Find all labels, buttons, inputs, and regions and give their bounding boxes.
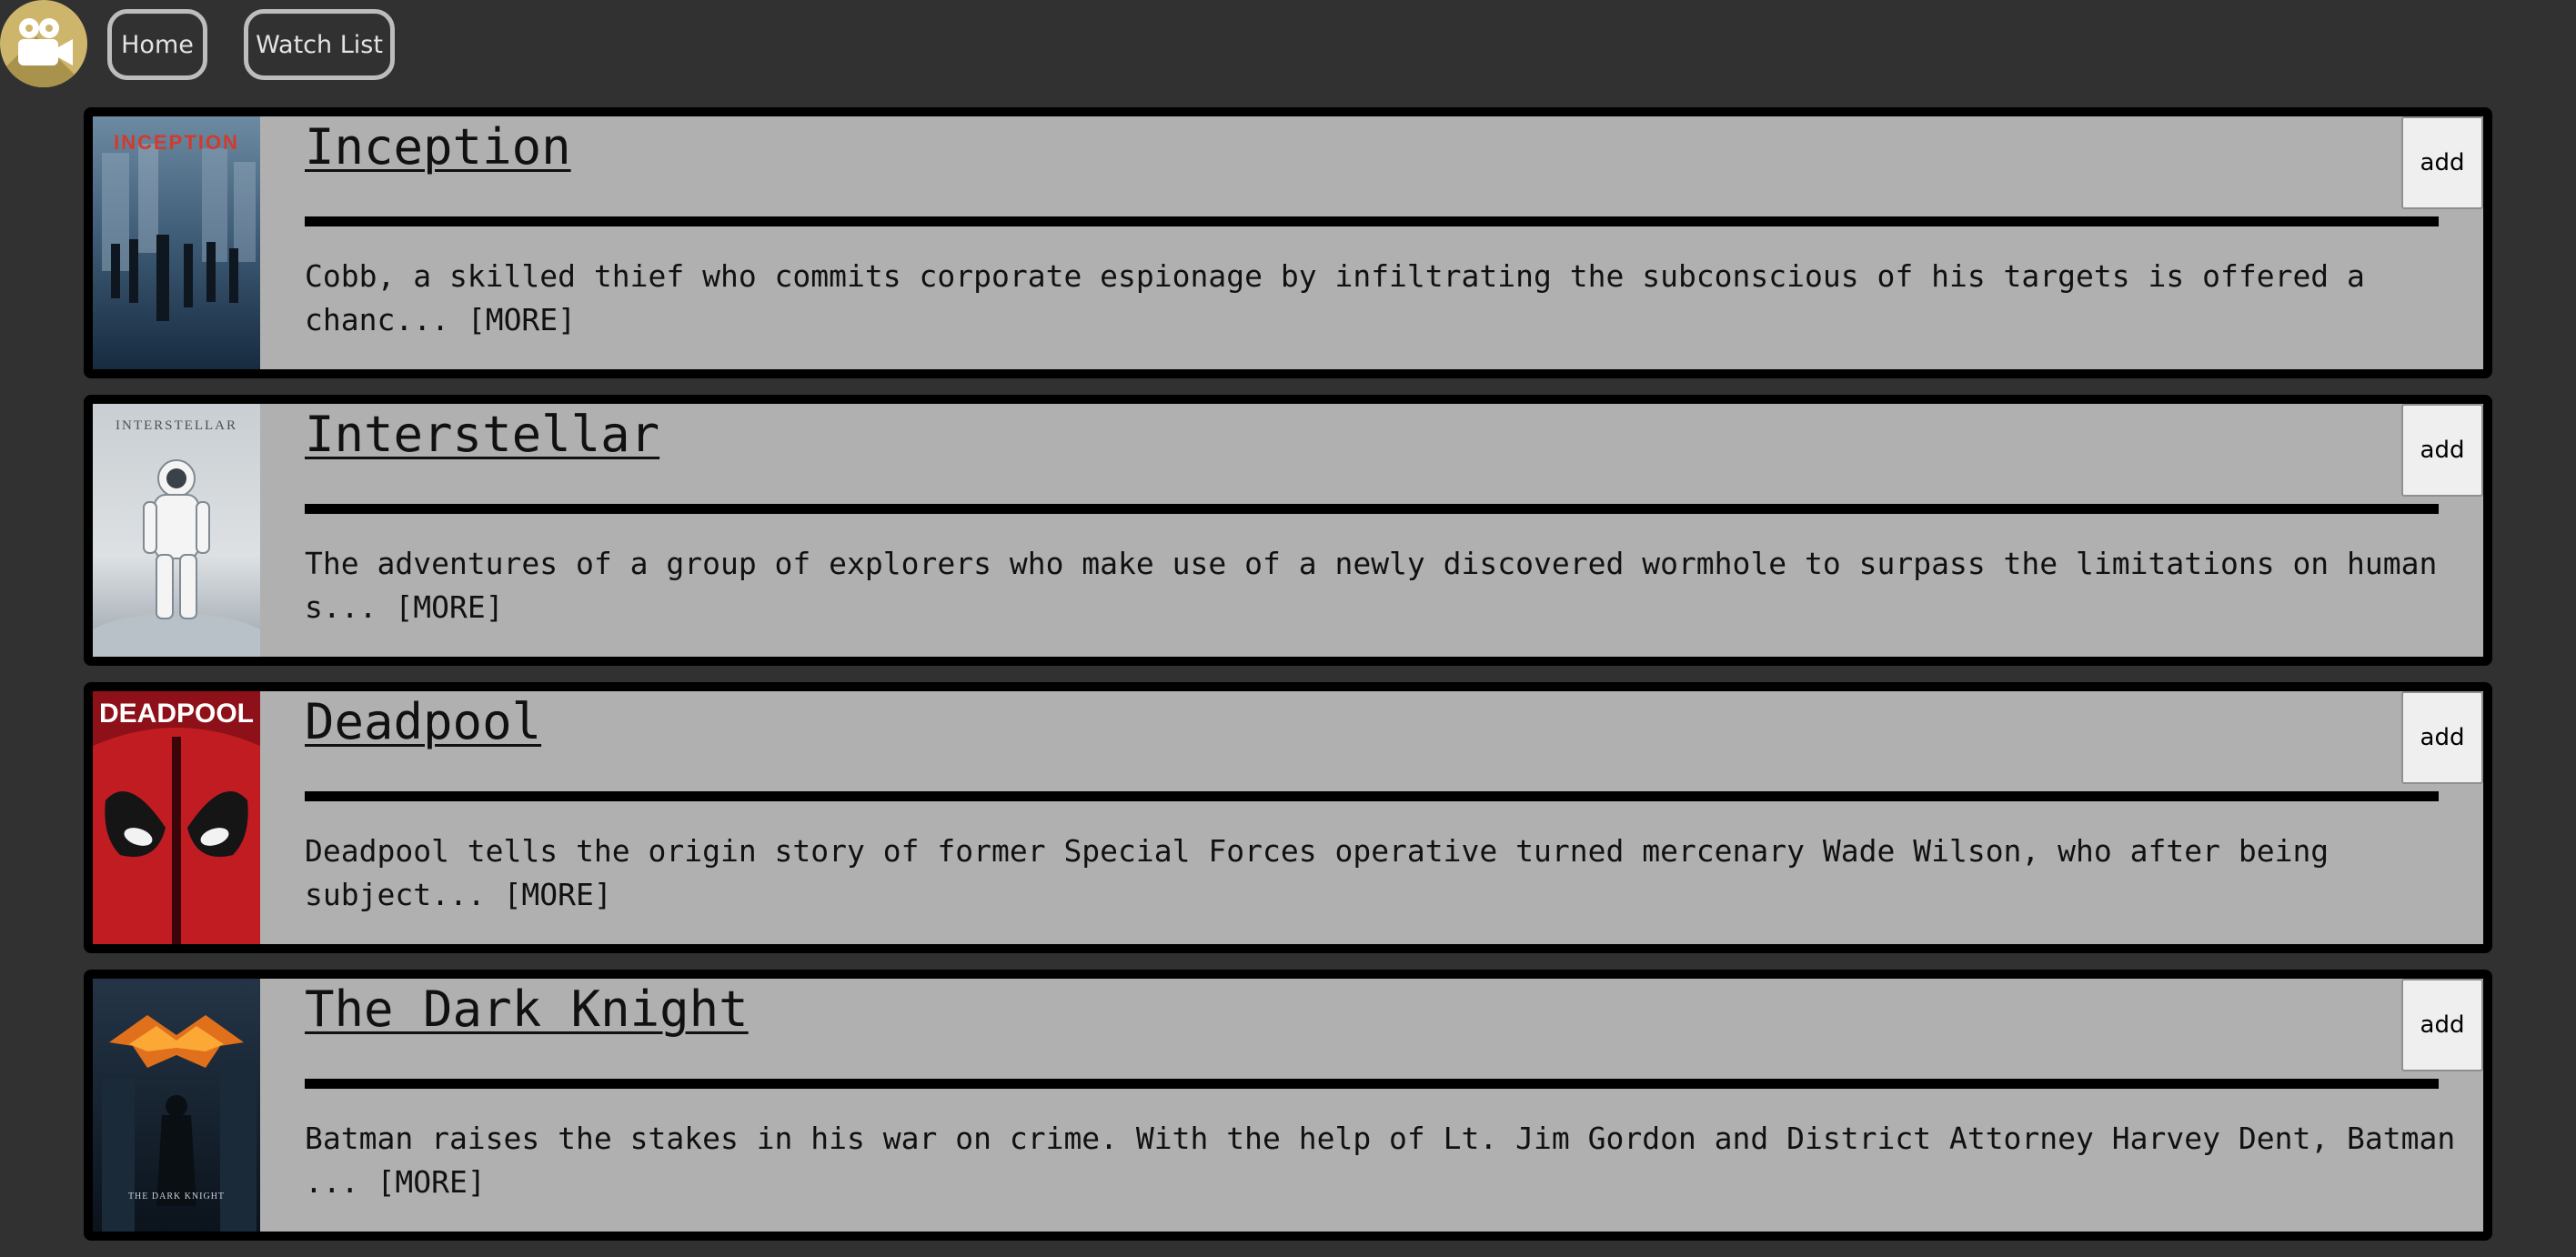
movie-poster-the-dark-knight[interactable]: THE DARK KNIGHT	[93, 979, 260, 1232]
overview-text: The adventures of a group of explorers w…	[305, 546, 2438, 625]
movie-overview: The adventures of a group of explorers w…	[305, 542, 2470, 629]
poster-title-interstellar: INTERSTELLAR	[116, 418, 237, 433]
add-button[interactable]: add	[2401, 404, 2483, 497]
add-button[interactable]: add	[2401, 691, 2483, 784]
movie-card-interstellar: INTERSTELLAR Interstellar The adventures…	[84, 395, 2492, 666]
movie-overview: Batman raises the stakes in his war on c…	[305, 1117, 2470, 1204]
more-link[interactable]: [MORE]	[504, 877, 612, 912]
more-link[interactable]: [MORE]	[468, 302, 576, 337]
poster-title-the-dark-knight: THE DARK KNIGHT	[128, 1192, 225, 1202]
overview-text: Batman raises the stakes in his war on c…	[305, 1121, 2456, 1200]
movie-poster-deadpool[interactable]: DEADPOOL	[93, 691, 260, 944]
watch-list-button[interactable]: Watch List	[244, 9, 395, 80]
add-button[interactable]: add	[2401, 116, 2483, 209]
movie-camera-icon	[18, 18, 73, 65]
home-button[interactable]: Home	[107, 9, 207, 80]
movie-title[interactable]: The Dark Knight	[305, 980, 749, 1038]
logo[interactable]	[0, 0, 87, 87]
movie-card-deadpool: DEADPOOL Deadpool Deadpool tells the ori…	[84, 682, 2492, 953]
movie-title[interactable]: Deadpool	[305, 693, 541, 750]
more-link[interactable]: [MORE]	[395, 589, 503, 625]
movie-list: INCEPTION Inception Cobb, a skilled thie…	[84, 107, 2492, 1257]
movie-poster-interstellar[interactable]: INTERSTELLAR	[93, 404, 260, 657]
add-button[interactable]: add	[2401, 979, 2483, 1071]
divider	[305, 1079, 2439, 1089]
movie-poster-inception[interactable]: INCEPTION	[93, 116, 260, 369]
divider	[305, 504, 2439, 514]
movie-overview: Cobb, a skilled thief who commits corpor…	[305, 255, 2470, 342]
movie-title[interactable]: Inception	[305, 118, 571, 176]
movie-title[interactable]: Interstellar	[305, 406, 659, 463]
poster-title-deadpool: DEADPOOL	[99, 699, 254, 729]
more-link[interactable]: [MORE]	[377, 1164, 485, 1200]
movie-overview: Deadpool tells the origin story of forme…	[305, 830, 2470, 917]
poster-title-inception: INCEPTION	[114, 131, 239, 154]
divider	[305, 216, 2439, 226]
divider	[305, 791, 2439, 801]
overview-text: Cobb, a skilled thief who commits corpor…	[305, 258, 2365, 337]
movie-card-the-dark-knight: THE DARK KNIGHT The Dark Knight Batman r…	[84, 970, 2492, 1241]
movie-card-inception: INCEPTION Inception Cobb, a skilled thie…	[84, 107, 2492, 378]
